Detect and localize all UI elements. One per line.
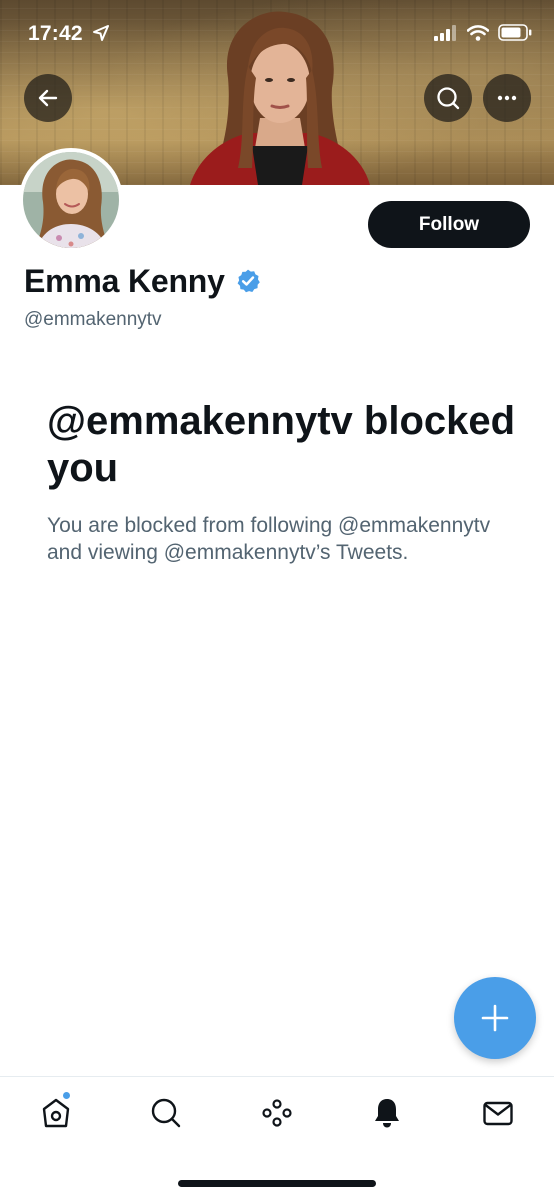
nav-messages[interactable] [478, 1093, 518, 1133]
display-name: Emma Kenny [24, 263, 225, 299]
nav-spaces[interactable] [257, 1093, 297, 1133]
verified-badge-icon [237, 269, 260, 293]
profile-handle: @emmakennytv [24, 309, 162, 330]
avatar[interactable] [19, 148, 123, 252]
compose-tweet-button[interactable] [454, 977, 536, 1059]
banner-photo [190, 11, 370, 185]
battery-icon [498, 24, 532, 41]
location-arrow-icon [93, 25, 109, 41]
home-icon [42, 1098, 70, 1128]
status-time: 17:42 [28, 22, 83, 45]
spaces-icon [262, 1099, 292, 1127]
home-new-indicator [62, 1091, 71, 1100]
search-button[interactable] [424, 74, 472, 122]
more-horizontal-icon [497, 95, 517, 101]
search-icon [437, 87, 460, 110]
avatar-photo [23, 152, 119, 248]
arrow-left-icon [38, 89, 58, 107]
signal-icon [434, 24, 456, 41]
nav-notifications[interactable] [367, 1093, 407, 1133]
blocked-description: You are blocked from following @emmakenn… [47, 514, 491, 564]
wifi-icon [467, 24, 489, 41]
back-button[interactable] [24, 74, 72, 122]
home-indicator [178, 1180, 376, 1187]
search-icon [151, 1098, 181, 1128]
plus-icon [481, 1004, 509, 1032]
more-button[interactable] [483, 74, 531, 122]
follow-button[interactable]: Follow [368, 201, 530, 248]
status-icons [434, 24, 532, 41]
nav-home[interactable] [36, 1093, 76, 1133]
messages-icon [483, 1101, 513, 1126]
blocked-title: @emmakennytv blocked you [47, 399, 516, 490]
notifications-icon [375, 1099, 399, 1128]
nav-search[interactable] [146, 1093, 186, 1133]
